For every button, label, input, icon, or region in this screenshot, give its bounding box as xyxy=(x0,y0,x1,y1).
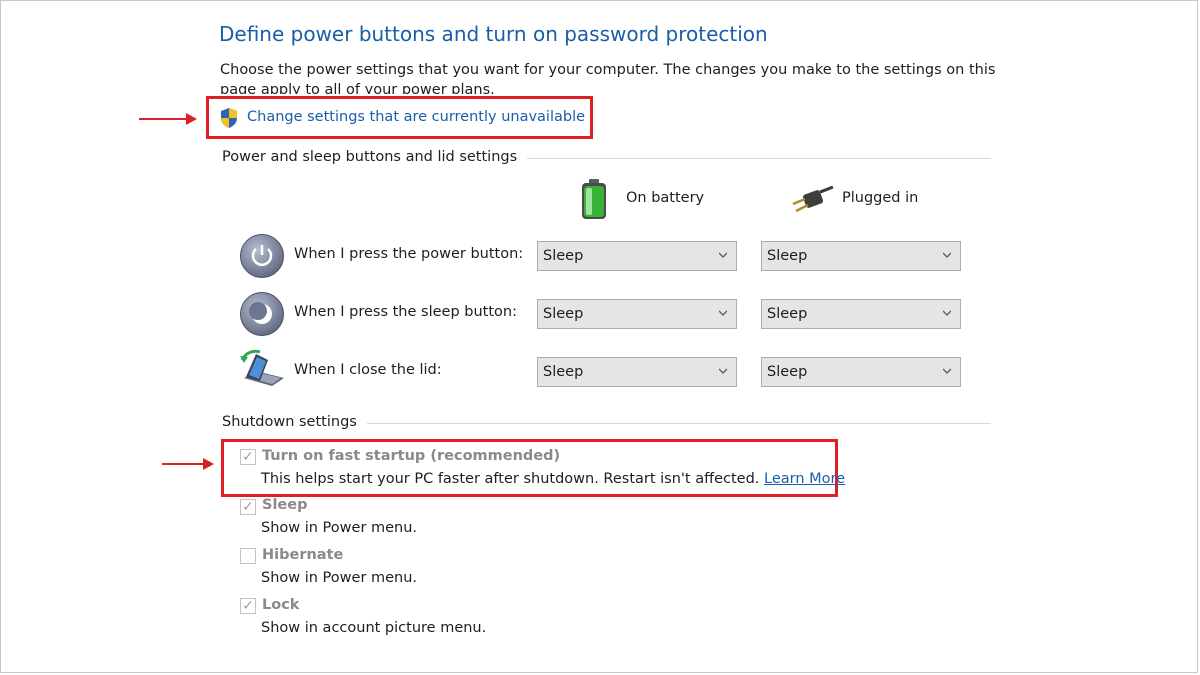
hibernate-option-description: Show in Power menu. xyxy=(261,570,418,586)
lock-option-title: Lock xyxy=(262,597,300,613)
change-settings-link[interactable]: Change settings that are currently unava… xyxy=(247,109,585,125)
row-label-sleep-button: When I press the sleep button: xyxy=(294,304,517,320)
close-lid-plugged-in-select[interactable]: Sleep xyxy=(761,357,961,387)
shield-icon xyxy=(219,107,239,129)
select-value: Sleep xyxy=(767,248,808,264)
chevron-down-icon xyxy=(719,310,727,316)
sleep-checkbox[interactable]: ✓ xyxy=(240,499,256,515)
select-value: Sleep xyxy=(767,364,808,380)
fast-startup-title: Turn on fast startup (recommended) xyxy=(262,448,561,464)
laptop-lid-icon xyxy=(238,348,286,388)
page-title: Define power buttons and turn on passwor… xyxy=(219,22,768,46)
sleep-option-description: Show in Power menu. xyxy=(261,520,418,536)
hibernate-option-title: Hibernate xyxy=(262,547,344,563)
annotation-arrow-bottom xyxy=(162,458,214,470)
battery-icon xyxy=(579,178,609,220)
sleep-button-plugged-in-select[interactable]: Sleep xyxy=(761,299,961,329)
column-on-battery: On battery xyxy=(626,190,705,206)
window-frame xyxy=(0,0,1198,673)
hibernate-checkbox[interactable] xyxy=(240,548,256,564)
chevron-down-icon xyxy=(943,368,951,374)
chevron-down-icon xyxy=(943,252,951,258)
annotation-arrow-top xyxy=(139,113,197,125)
learn-more-link[interactable]: Learn More xyxy=(764,471,845,487)
fast-startup-description: This helps start your PC faster after sh… xyxy=(261,471,845,487)
power-button-icon xyxy=(240,234,284,278)
lock-option-description: Show in account picture menu. xyxy=(261,620,487,636)
sleep-button-icon xyxy=(240,292,284,336)
column-plugged-in: Plugged in xyxy=(842,190,919,206)
fast-startup-checkbox[interactable]: ✓ xyxy=(240,449,256,465)
select-value: Sleep xyxy=(767,306,808,322)
fast-startup-description-text: This helps start your PC faster after sh… xyxy=(261,471,760,487)
select-value: Sleep xyxy=(543,364,584,380)
lock-checkbox[interactable]: ✓ xyxy=(240,598,256,614)
row-label-close-lid: When I close the lid: xyxy=(294,362,442,378)
power-section-label: Power and sleep buttons and lid settings xyxy=(222,149,528,165)
select-value: Sleep xyxy=(543,306,584,322)
shutdown-section-label: Shutdown settings xyxy=(222,414,367,430)
chevron-down-icon xyxy=(943,310,951,316)
row-label-power-button: When I press the power button: xyxy=(294,246,524,262)
close-lid-on-battery-select[interactable]: Sleep xyxy=(537,357,737,387)
page-description: Choose the power settings that you want … xyxy=(220,62,996,94)
sleep-option-title: Sleep xyxy=(262,497,308,513)
power-button-plugged-in-select[interactable]: Sleep xyxy=(761,241,961,271)
chevron-down-icon xyxy=(719,368,727,374)
power-button-on-battery-select[interactable]: Sleep xyxy=(537,241,737,271)
power-plug-icon xyxy=(790,185,834,214)
sleep-button-on-battery-select[interactable]: Sleep xyxy=(537,299,737,329)
chevron-down-icon xyxy=(719,252,727,258)
select-value: Sleep xyxy=(543,248,584,264)
